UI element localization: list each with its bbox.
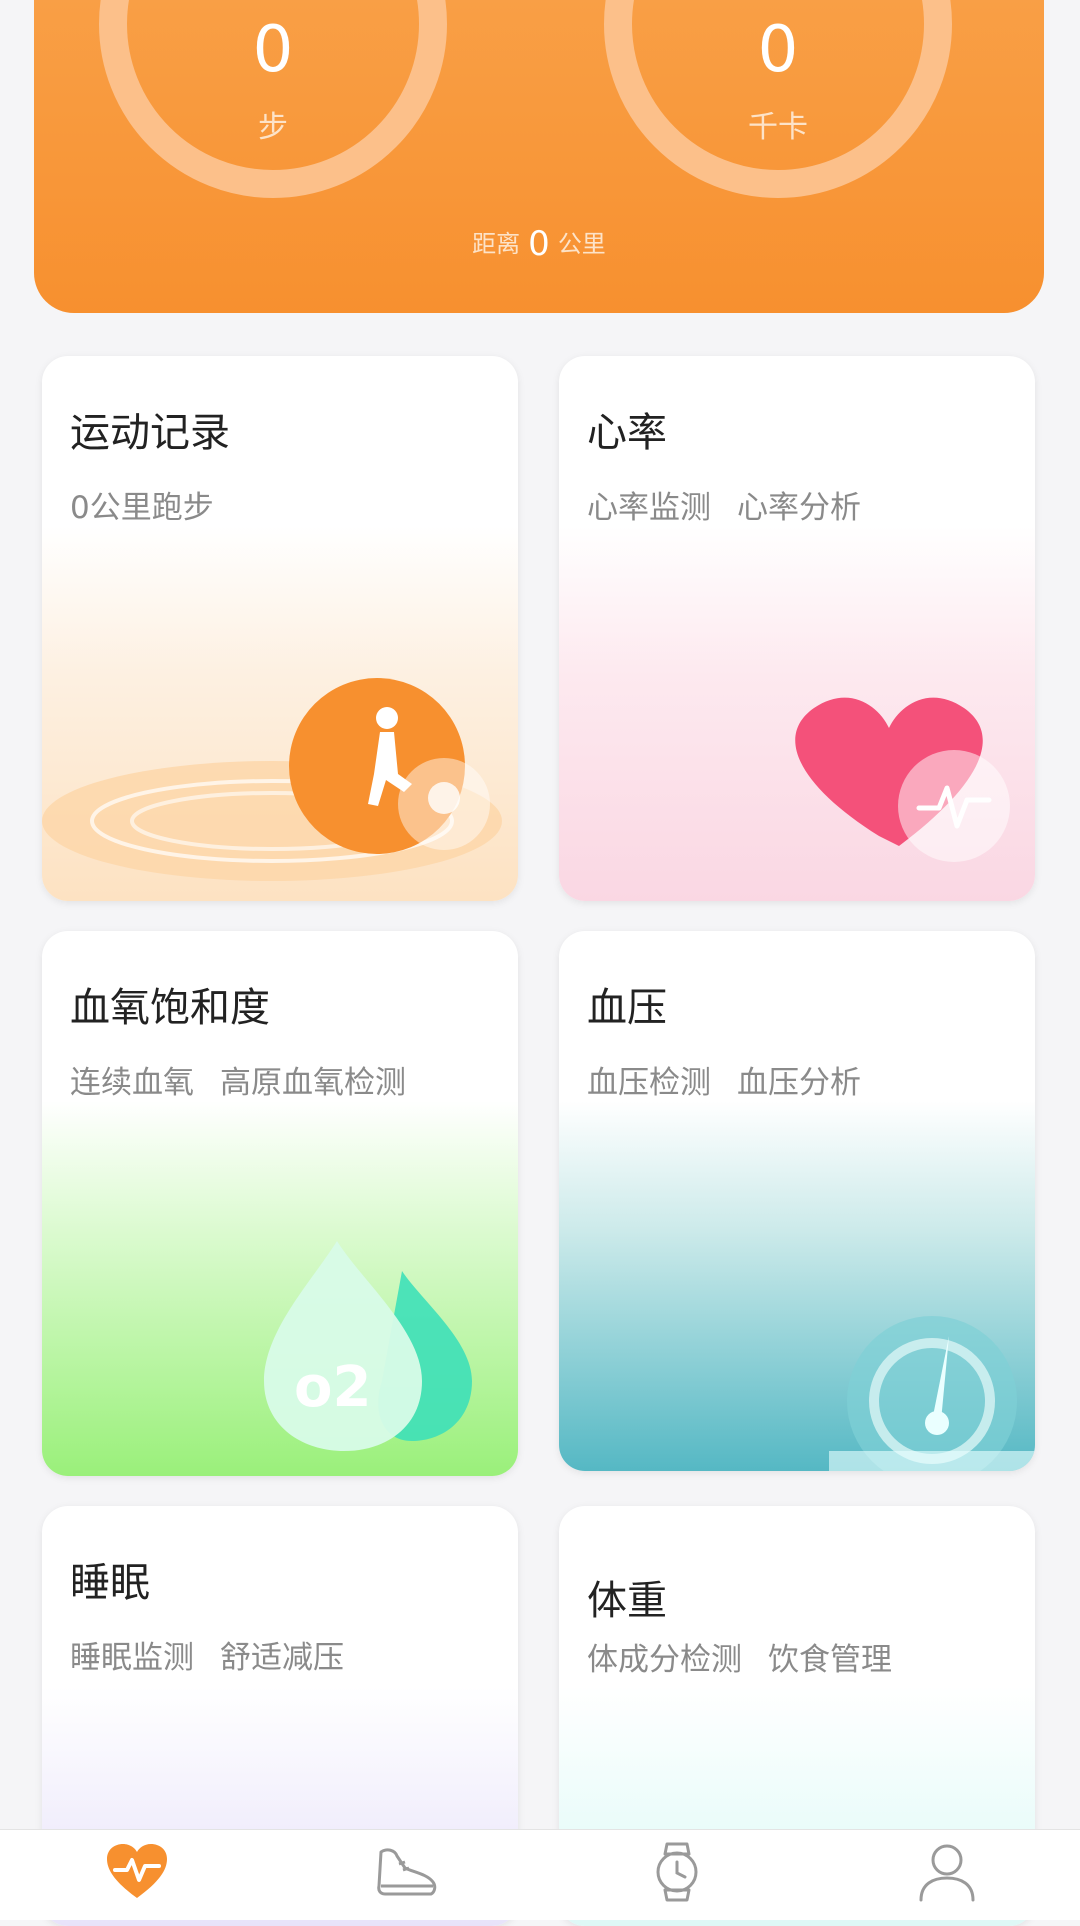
card-title: 心率 xyxy=(587,410,667,456)
card-subtitle: 心率分析 xyxy=(737,490,861,526)
card-blood-oxygen[interactable]: 血氧饱和度 连续血氧 高原血氧检测 o2 xyxy=(42,931,518,1476)
card-subtitle: 睡眠监测 xyxy=(70,1640,194,1676)
calories-ring: 0 千卡 xyxy=(604,0,952,198)
card-blood-pressure[interactable]: 血压 血压检测 血压分析 xyxy=(559,931,1035,1471)
steps-value: 0 xyxy=(252,13,294,87)
nav-item-device[interactable] xyxy=(615,1830,735,1920)
card-subtitle: 连续血氧 xyxy=(70,1065,194,1101)
gauge-illustration xyxy=(829,1316,1035,1471)
card-subtitles: 血压检测 血压分析 xyxy=(587,1057,887,1102)
calories-value: 0 xyxy=(757,13,799,87)
card-subtitle: 血压分析 xyxy=(737,1065,861,1101)
card-exercise-record[interactable]: 运动记录 0公里跑步 xyxy=(42,356,518,901)
calories-unit: 千卡 xyxy=(748,110,808,145)
card-title: 睡眠 xyxy=(70,1560,150,1606)
card-subtitle: 0公里跑步 xyxy=(70,490,214,526)
card-subtitles: 体成分检测 饮食管理 xyxy=(587,1634,918,1679)
nav-item-health[interactable] xyxy=(75,1830,195,1920)
activity-summary-card[interactable]: 0 步 0 千卡 距离 0 公里 xyxy=(34,0,1044,313)
card-title: 血氧饱和度 xyxy=(70,985,270,1031)
card-subtitles: 连续血氧 高原血氧检测 xyxy=(70,1057,432,1102)
distance-row: 距离 0 公里 xyxy=(34,224,1044,264)
running-track-illustration xyxy=(42,678,502,881)
shoe-icon xyxy=(377,1848,437,1896)
steps-ring: 0 步 xyxy=(99,0,447,198)
distance-label: 距离 xyxy=(472,230,521,258)
card-title: 血压 xyxy=(587,985,667,1031)
oxygen-drop-illustration: o2 xyxy=(264,1241,472,1451)
card-subtitles: 心率监测 心率分析 xyxy=(587,482,887,527)
card-title: 体重 xyxy=(587,1578,667,1624)
distance-unit: 公里 xyxy=(557,230,606,258)
card-subtitle: 心率监测 xyxy=(587,490,711,526)
card-subtitle: 高原血氧检测 xyxy=(220,1065,406,1101)
card-subtitle: 血压检测 xyxy=(587,1065,711,1101)
card-subtitle: 体成分检测 xyxy=(587,1642,742,1678)
watch-icon xyxy=(656,1842,698,1902)
heart-illustration xyxy=(795,697,1010,862)
heart-pulse-icon xyxy=(107,1844,167,1898)
user-icon xyxy=(919,1844,975,1902)
o2-label: o2 xyxy=(294,1355,371,1420)
steps-unit: 步 xyxy=(258,110,288,145)
nav-item-exercise[interactable] xyxy=(345,1830,465,1920)
card-heart-rate[interactable]: 心率 心率监测 心率分析 xyxy=(559,356,1035,901)
card-subtitles: 睡眠监测 舒适减压 xyxy=(70,1632,370,1677)
distance-value: 0 xyxy=(528,224,550,264)
card-subtitle: 饮食管理 xyxy=(768,1642,892,1678)
bottom-nav xyxy=(0,1829,1080,1920)
nav-item-profile[interactable] xyxy=(885,1830,1005,1920)
card-subtitle: 舒适减压 xyxy=(220,1640,344,1676)
card-subtitles: 0公里跑步 xyxy=(70,482,240,527)
card-title: 运动记录 xyxy=(70,410,230,456)
